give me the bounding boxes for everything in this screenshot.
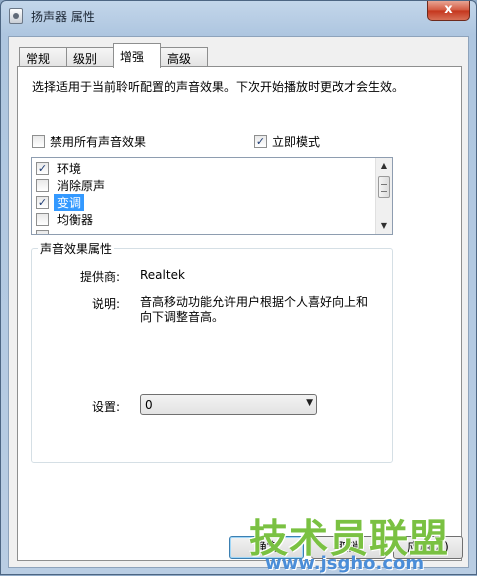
tab-advanced[interactable]: 高级: [160, 47, 208, 67]
immediate-mode-row[interactable]: ✓ 立即模式: [254, 133, 320, 150]
disable-all-effects-row[interactable]: 禁用所有声音效果: [32, 133, 146, 150]
pitch-shift-checkbox[interactable]: ✓: [36, 196, 49, 209]
provider-value: Realtek: [140, 268, 185, 282]
list-item-ambience[interactable]: ✓ 环境: [36, 160, 84, 177]
close-button[interactable]: x: [427, 1, 470, 21]
disable-all-effects-checkbox[interactable]: [32, 135, 45, 148]
ambience-checkbox[interactable]: ✓: [36, 162, 49, 175]
list-item-partial[interactable]: [36, 228, 60, 234]
effect-properties-group: 声音效果属性 提供商: Realtek 说明: 音高移动功能允许用户根据个人喜好…: [31, 240, 393, 463]
description-value: 音高移动功能允许用户根据个人喜好向上和向下调整音高。: [140, 295, 369, 324]
effect-properties-title: 声音效果属性: [38, 240, 115, 257]
provider-label: 提供商:: [80, 270, 121, 284]
ambience-label: 环境: [57, 162, 82, 176]
tab-enhancements[interactable]: 增强: [113, 43, 161, 68]
speaker-properties-window: 扬声器 属性 x 常规 级别 增强 高级 选择适用于当前聆听配置的声音效果。下次…: [0, 0, 477, 575]
equalizer-label: 均衡器: [57, 213, 94, 227]
pitch-shift-label: 变调: [54, 194, 85, 211]
tab-general[interactable]: 常规: [19, 47, 67, 67]
enhancements-description: 选择适用于当前聆听配置的声音效果。下次开始播放时更改才会生效。: [32, 80, 405, 94]
window-title: 扬声器 属性: [31, 10, 95, 24]
voice-cancel-label: 消除原声: [57, 179, 106, 193]
voice-cancel-checkbox[interactable]: [36, 179, 49, 192]
effects-list[interactable]: ✓ 环境 消除原声 ✓ 变调 均衡器 ▲ ▼: [31, 157, 393, 235]
scroll-thumb[interactable]: [378, 176, 390, 198]
description-label: 说明:: [92, 297, 121, 311]
ok-button[interactable]: 确定: [229, 536, 304, 559]
immediate-mode-checkbox[interactable]: ✓: [254, 135, 267, 148]
apply-button[interactable]: 应用(A): [393, 536, 463, 559]
effects-scrollbar[interactable]: ▲ ▼: [375, 158, 392, 234]
scroll-up-arrow-icon[interactable]: ▲: [376, 158, 392, 174]
cancel-button[interactable]: 取消: [311, 536, 386, 559]
speaker-icon: [9, 8, 23, 24]
chevron-down-icon: ▼: [306, 398, 313, 408]
list-item-pitch-shift[interactable]: ✓ 变调: [36, 194, 85, 211]
list-item-voice-cancel[interactable]: 消除原声: [36, 177, 108, 194]
setting-dropdown-value: 0: [145, 398, 153, 412]
disable-all-effects-label: 禁用所有声音效果: [50, 135, 147, 149]
list-item-equalizer[interactable]: 均衡器: [36, 211, 96, 228]
tab-levels[interactable]: 级别: [66, 47, 114, 67]
enhancements-page: 选择适用于当前聆听配置的声音效果。下次开始播放时更改才会生效。 禁用所有声音效果…: [17, 66, 462, 561]
immediate-mode-label: 立即模式: [272, 135, 321, 149]
setting-dropdown[interactable]: 0 ▼: [140, 394, 317, 415]
partial-checkbox[interactable]: [36, 230, 49, 234]
setting-label: 设置:: [92, 400, 121, 414]
scroll-down-arrow-icon[interactable]: ▼: [376, 218, 392, 234]
title-bar[interactable]: 扬声器 属性 x: [1, 1, 476, 31]
equalizer-checkbox[interactable]: [36, 213, 49, 226]
dialog-panel: 常规 级别 增强 高级 选择适用于当前聆听配置的声音效果。下次开始播放时更改才会…: [8, 36, 469, 568]
